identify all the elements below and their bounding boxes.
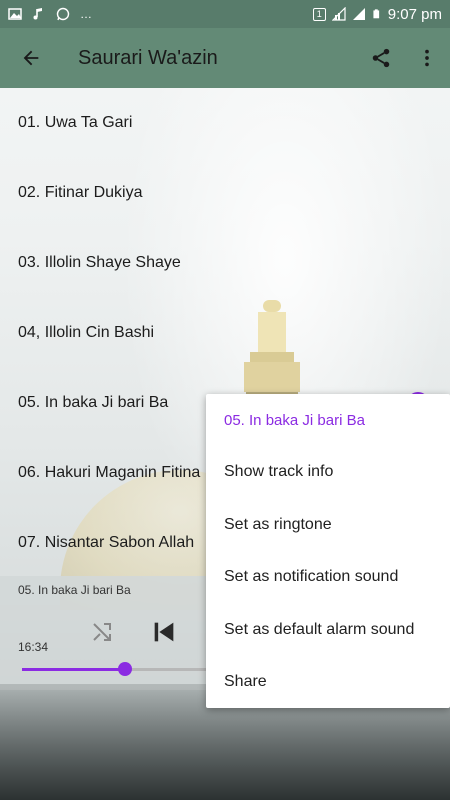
skip-previous-icon[interactable] bbox=[150, 618, 178, 646]
sim-badge: 1 bbox=[312, 7, 326, 21]
battery-icon bbox=[373, 9, 379, 19]
track-context-menu: 05. In baka Ji bari Ba Show track info S… bbox=[206, 394, 450, 708]
list-item[interactable]: 01. Uwa Ta Gari bbox=[0, 88, 450, 158]
more-dots-icon: … bbox=[80, 7, 92, 21]
menu-item-set-alarm-sound[interactable]: Set as default alarm sound bbox=[206, 604, 450, 657]
page-title: Saurari Wa'azin bbox=[78, 46, 218, 69]
track-title: 04, Illolin Cin Bashi bbox=[18, 324, 155, 341]
track-title: 07. Nisantar Sabon Allah bbox=[18, 534, 195, 551]
music-note-icon bbox=[33, 8, 42, 20]
status-time: 9:07 pm bbox=[387, 5, 442, 23]
arrow-back-icon bbox=[23, 50, 39, 66]
list-item[interactable]: 02. Fitinar Dukiya bbox=[0, 158, 450, 228]
track-title: 03. Illolin Shaye Shaye bbox=[18, 254, 181, 271]
menu-item-set-notification-sound[interactable]: Set as notification sound bbox=[206, 551, 450, 604]
seek-bar-progress bbox=[22, 668, 125, 671]
menu-item-share[interactable]: Share bbox=[206, 656, 450, 709]
menu-header-track-title: 05. In baka Ji bari Ba bbox=[224, 411, 365, 429]
now-playing-title: 05. In baka Ji bari Ba bbox=[18, 583, 131, 597]
track-title: 02. Fitinar Dukiya bbox=[18, 184, 143, 201]
image-icon bbox=[8, 8, 22, 20]
shuffle-icon[interactable] bbox=[90, 620, 114, 644]
overflow-menu-button[interactable] bbox=[404, 28, 450, 88]
track-title: 01. Uwa Ta Gari bbox=[18, 114, 133, 131]
seek-bar-thumb[interactable] bbox=[117, 662, 132, 676]
whatsapp-icon bbox=[56, 7, 70, 21]
track-title: 05. In baka Ji bari Ba bbox=[18, 394, 169, 411]
wifi-icon bbox=[331, 7, 346, 21]
list-item[interactable]: 03. Illolin Shaye Shaye bbox=[0, 228, 450, 298]
elapsed-time: 16:34 bbox=[18, 640, 49, 654]
app-bar: Saurari Wa'azin bbox=[0, 28, 450, 88]
share-button[interactable] bbox=[358, 28, 404, 88]
menu-item-set-ringtone[interactable]: Set as ringtone bbox=[206, 499, 450, 552]
menu-item-show-track-info[interactable]: Show track info bbox=[206, 446, 450, 499]
more-vert-icon bbox=[425, 49, 429, 67]
track-title: 06. Hakuri Maganin Fitina bbox=[18, 464, 201, 481]
share-icon bbox=[372, 48, 390, 68]
back-button[interactable] bbox=[0, 28, 62, 88]
status-bar: … 1 9:07 pm bbox=[0, 0, 450, 28]
signal-icon bbox=[352, 8, 365, 20]
list-item[interactable]: 04, Illolin Cin Bashi bbox=[0, 298, 450, 368]
